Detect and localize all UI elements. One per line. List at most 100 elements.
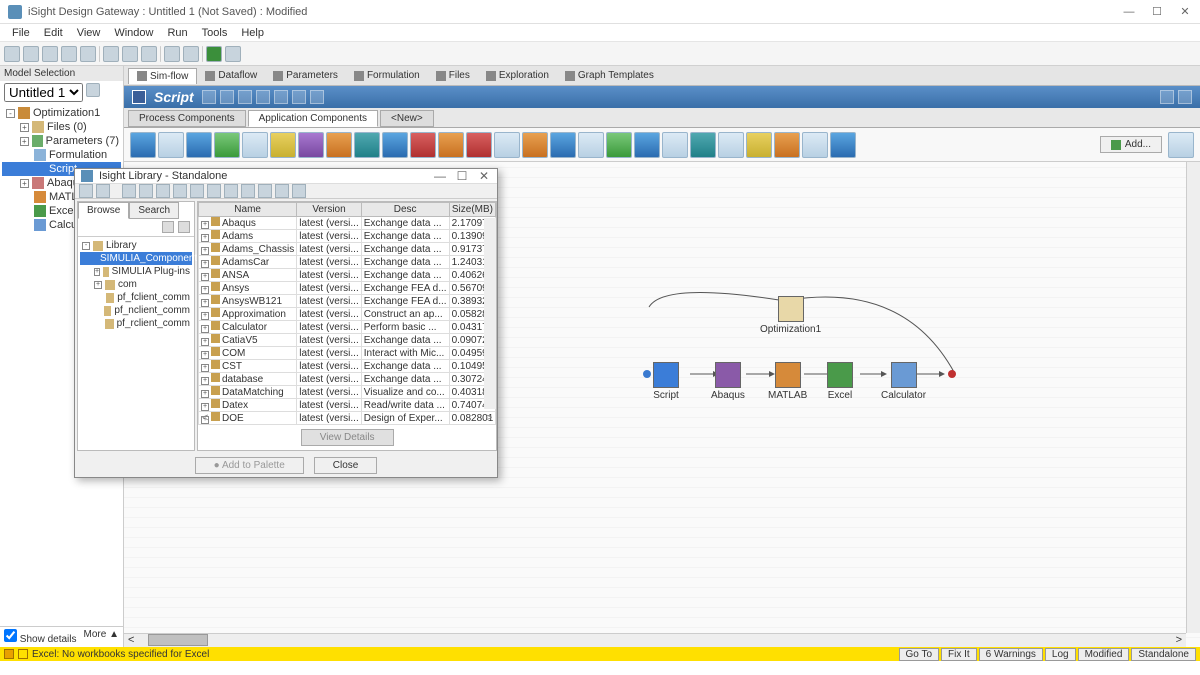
goto-button[interactable]: Go To	[899, 648, 940, 661]
table-row[interactable]: +CSTlatest (versi...Exchange data ...0.1…	[199, 360, 496, 373]
dialog-tool-btn[interactable]	[224, 184, 238, 198]
component-btn[interactable]	[522, 132, 548, 158]
view-details-button[interactable]: View Details	[301, 429, 394, 446]
component-btn[interactable]	[354, 132, 380, 158]
toolbar-btn[interactable]	[42, 46, 58, 62]
script-head-btn[interactable]	[202, 90, 216, 104]
table-row[interactable]: +Datexlatest (versi...Read/write data ..…	[199, 399, 496, 412]
component-btn[interactable]	[438, 132, 464, 158]
view-tab-dataflow[interactable]: Dataflow	[197, 68, 265, 83]
script-head-btn[interactable]	[310, 90, 324, 104]
canvas-scroll-x[interactable]: <>	[124, 633, 1186, 647]
lib-tree-node[interactable]: pf_nclient_comm	[80, 304, 192, 317]
component-btn[interactable]	[662, 132, 688, 158]
warnings-button[interactable]: 6 Warnings	[979, 648, 1043, 661]
workflow-node-abaqus[interactable]: Abaqus	[711, 362, 745, 401]
view-tab-formulation[interactable]: Formulation	[346, 68, 428, 83]
table-row[interactable]: +Adamslatest (versi...Exchange data ...0…	[199, 230, 496, 243]
script-head-btn[interactable]	[292, 90, 306, 104]
toolbar-btn[interactable]	[103, 46, 119, 62]
view-tab-graphtemplates[interactable]: Graph Templates	[557, 68, 662, 83]
table-scroll-x[interactable]: <>	[198, 411, 496, 425]
toolbar-btn[interactable]	[141, 46, 157, 62]
toolbar-btn[interactable]	[80, 46, 96, 62]
dialog-tool-btn[interactable]	[79, 184, 93, 198]
component-btn[interactable]	[494, 132, 520, 158]
table-header[interactable]: Name	[199, 203, 297, 217]
component-btn[interactable]	[130, 132, 156, 158]
component-btn[interactable]	[382, 132, 408, 158]
menu-window[interactable]: Window	[108, 26, 159, 40]
dialog-tab-browse[interactable]: Browse	[78, 202, 129, 219]
comp-tab[interactable]: Application Components	[248, 110, 378, 127]
workflow-node-optimization[interactable]: Optimization1	[760, 296, 821, 335]
menu-edit[interactable]: Edit	[38, 26, 69, 40]
fixit-button[interactable]: Fix It	[941, 648, 977, 661]
table-row[interactable]: +DataMatchinglatest (versi...Visualize a…	[199, 386, 496, 399]
component-btn[interactable]	[830, 132, 856, 158]
script-head-btn[interactable]	[220, 90, 234, 104]
script-head-btn[interactable]	[256, 90, 270, 104]
lib-tree-node[interactable]: SIMULIA_Components	[80, 252, 192, 265]
dialog-tool-btn[interactable]	[258, 184, 272, 198]
component-btn[interactable]	[410, 132, 436, 158]
maximize-button[interactable]: ☐	[1150, 5, 1164, 19]
lib-tree-node[interactable]: +SIMULIA Plug-ins	[80, 265, 192, 278]
toolbar-btn[interactable]	[61, 46, 77, 62]
close-button[interactable]: ✕	[1178, 5, 1192, 19]
table-row[interactable]: +Ansyslatest (versi...Exchange FEA d...0…	[199, 282, 496, 295]
component-btn[interactable]	[718, 132, 744, 158]
dialog-tab-search[interactable]: Search	[129, 202, 179, 219]
dialog-tool-btn[interactable]	[96, 184, 110, 198]
component-btn[interactable]	[326, 132, 352, 158]
workflow-node-calculator[interactable]: Calculator	[881, 362, 926, 401]
model-dropdown[interactable]: Untitled 1	[4, 83, 83, 102]
component-btn[interactable]	[802, 132, 828, 158]
dialog-tool-btn[interactable]	[241, 184, 255, 198]
workflow-node-excel[interactable]: Excel	[827, 362, 853, 401]
table-row[interactable]: +ANSAlatest (versi...Exchange data ...0.…	[199, 269, 496, 282]
dialog-minimize-button[interactable]: —	[433, 169, 447, 183]
tree-node-formulation[interactable]: Formulation	[2, 148, 121, 162]
view-tab-simflow[interactable]: Sim-flow	[128, 68, 197, 84]
toolbar-btn[interactable]	[122, 46, 138, 62]
toolbar-run-button[interactable]	[206, 46, 222, 62]
component-btn[interactable]	[550, 132, 576, 158]
component-btn[interactable]	[466, 132, 492, 158]
view-tab-exploration[interactable]: Exploration	[478, 68, 557, 83]
table-row[interactable]: +Adams_Chassislatest (versi...Exchange d…	[199, 243, 496, 256]
component-btn[interactable]	[214, 132, 240, 158]
menu-view[interactable]: View	[71, 26, 107, 40]
view-tab-parameters[interactable]: Parameters	[265, 68, 346, 83]
dialog-tool-btn[interactable]	[275, 184, 289, 198]
workflow-node-matlab[interactable]: MATLAB	[768, 362, 807, 401]
show-details-check[interactable]: Show details	[4, 629, 76, 645]
table-row[interactable]: +AnsysWB121latest (versi...Exchange FEA …	[199, 295, 496, 308]
toolbar-btn[interactable]	[225, 46, 241, 62]
table-header[interactable]: Size(MB)	[449, 203, 496, 217]
table-row[interactable]: +COMlatest (versi...Interact with Mic...…	[199, 347, 496, 360]
component-btn[interactable]	[158, 132, 184, 158]
dialog-titlebar[interactable]: Isight Library - Standalone — ☐ ✕	[75, 169, 497, 184]
toolbar-btn[interactable]	[183, 46, 199, 62]
canvas-scroll-y[interactable]	[1186, 162, 1200, 633]
lib-tree-node[interactable]: pf_fclient_comm	[80, 291, 192, 304]
dialog-tool-btn[interactable]	[139, 184, 153, 198]
dialog-close-button[interactable]: ✕	[477, 169, 491, 183]
tree-node-files0[interactable]: +Files (0)	[2, 120, 121, 134]
component-btn[interactable]	[298, 132, 324, 158]
dialog-tool-btn[interactable]	[122, 184, 136, 198]
component-btn[interactable]	[746, 132, 772, 158]
workflow-node-script[interactable]: Script	[653, 362, 679, 401]
comp-tab[interactable]: <New>	[380, 110, 434, 127]
more-button[interactable]: More ▲	[84, 629, 119, 645]
dialog-tool-btn[interactable]	[292, 184, 306, 198]
menu-file[interactable]: File	[6, 26, 36, 40]
script-head-btn[interactable]	[238, 90, 252, 104]
tree-node-parameters7[interactable]: +Parameters (7)	[2, 134, 121, 148]
component-btn[interactable]	[578, 132, 604, 158]
dialog-tree-btn[interactable]	[178, 221, 190, 233]
lib-tree-node[interactable]: -Library	[80, 239, 192, 252]
view-tab-files[interactable]: Files	[428, 68, 478, 83]
dialog-table[interactable]: NameVersionDescSize(MB)+Abaquslatest (ve…	[198, 202, 496, 425]
